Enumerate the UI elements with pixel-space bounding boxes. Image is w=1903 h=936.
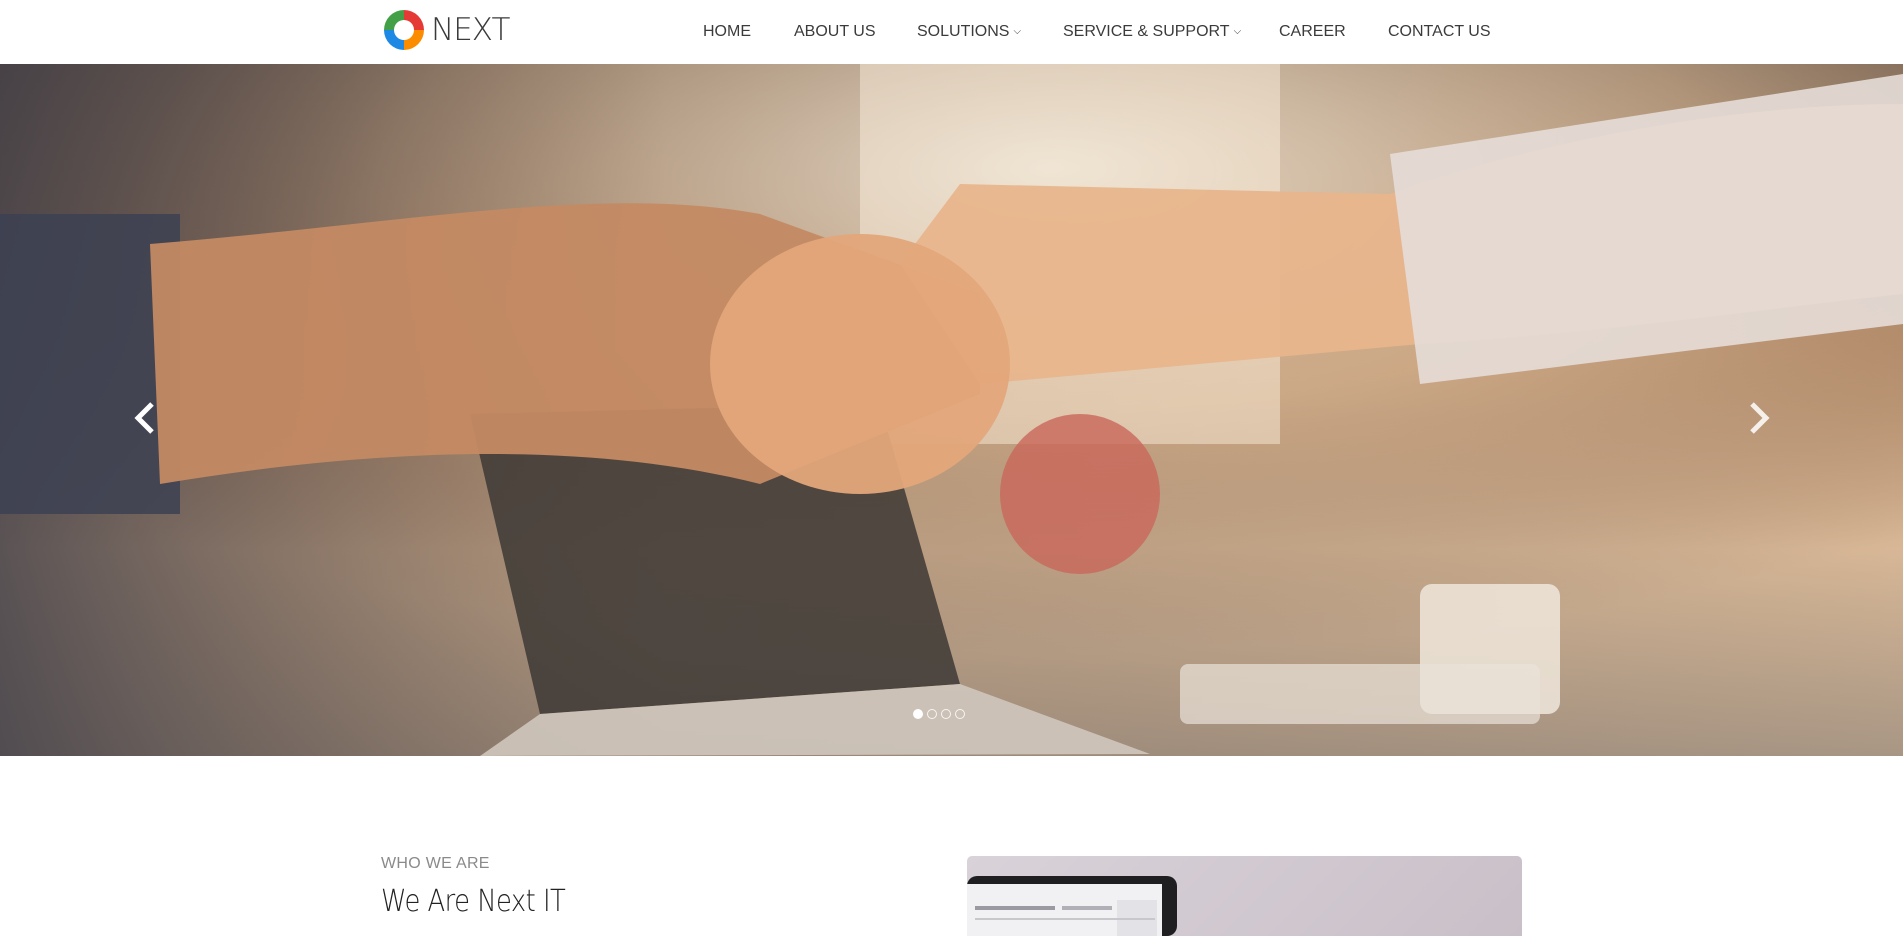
nav-service-support[interactable]: SERVICE & SUPPORT ⌵ [1063,23,1241,41]
slide-dot-2[interactable] [927,709,937,719]
slide-dot-4[interactable] [955,709,965,719]
slide-dot-3[interactable] [941,709,951,719]
logo-icon [384,10,424,50]
laptop-screen-photo [967,856,1522,936]
site-header: NEXT HOME ABOUT US SOLUTIONS ⌵ SERVICE & … [0,0,1903,64]
chevron-down-icon: ⌵ [1233,26,1242,37]
brand-logo[interactable]: NEXT [381,7,510,53]
brand-name: NEXT [431,12,510,48]
laptop-illustration [967,876,1177,936]
chevron-down-icon: ⌵ [1013,26,1022,37]
handshake-photo [0,64,1903,756]
chevron-left-icon[interactable] [130,398,160,438]
slider-pagination [913,709,965,719]
hero-slider [0,64,1903,756]
slide-dot-1[interactable] [913,709,923,719]
section-eyebrow: WHO WE ARE [381,855,490,872]
nav-solutions-label: SOLUTIONS [917,23,1010,40]
nav-home[interactable]: HOME [703,23,751,41]
nav-service-support-label: SERVICE & SUPPORT [1063,23,1230,40]
section-title: We Are Next IT [381,884,566,919]
nav-about-us[interactable]: ABOUT US [794,23,876,41]
chevron-right-icon[interactable] [1744,398,1774,438]
nav-career[interactable]: CAREER [1279,23,1346,41]
nav-contact-us[interactable]: CONTACT US [1388,23,1491,41]
nav-solutions[interactable]: SOLUTIONS ⌵ [917,23,1021,41]
